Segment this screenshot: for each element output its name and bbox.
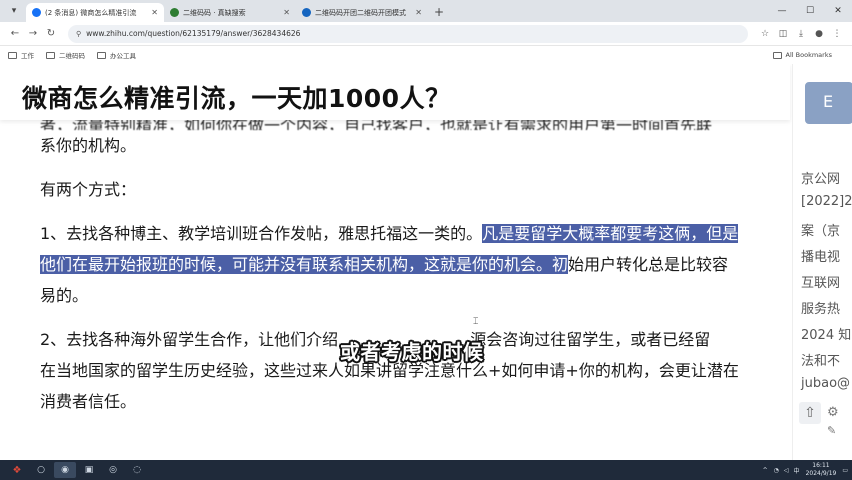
question-title: 微商怎么精准引流，一天加1000人？ xyxy=(22,84,451,113)
window-controls: — ☐ ✕ xyxy=(768,0,852,22)
question-header: 微商怎么精准引流，一天加1000人？ xyxy=(0,64,790,120)
taskbar: ❖ ○ ◉ ▣ ◎ ◌ ^ ◔ ◁ 中 16:11 2024/9/19 ▭ xyxy=(0,460,852,480)
taskbar-app-icon[interactable]: ▣ xyxy=(78,462,100,478)
bookmark-folder-tools[interactable]: 办公工具 xyxy=(97,50,136,60)
download-icon[interactable]: ⤓ xyxy=(792,29,810,39)
clock[interactable]: 16:11 2024/9/19 xyxy=(806,462,837,478)
sidebar-text: 案（京 xyxy=(801,224,841,239)
sidebar-text: jubao@ xyxy=(801,376,851,391)
tab-search-icon[interactable]: ▾ xyxy=(6,3,22,19)
tab-favicon-icon xyxy=(302,8,311,17)
notification-icon[interactable]: ▭ xyxy=(842,467,848,474)
close-tab-icon[interactable]: ✕ xyxy=(415,8,422,17)
back-icon[interactable]: ← xyxy=(6,28,24,39)
extensions-icon[interactable]: ◫ xyxy=(774,29,792,39)
maximize-icon[interactable]: ☐ xyxy=(796,6,824,16)
tab-qrcode[interactable]: 二维码码开团二维码开团模式 ✕ xyxy=(296,3,428,22)
search-icon[interactable]: ○ xyxy=(30,462,52,478)
bookmark-folder-qrcode[interactable]: 二维码码 xyxy=(46,50,85,60)
tab-title: 二维码码 · 真缺搜索 xyxy=(183,8,246,17)
sidebar-text: [2022]2 xyxy=(801,194,852,209)
sidebar-text: 法和不 xyxy=(801,354,841,369)
selected-text[interactable]: 凡是要留学大概率都要考这俩，但是 xyxy=(482,224,739,243)
tab-title: (2 条消息) 微商怎么精准引流 xyxy=(45,8,137,17)
tab-favicon-icon xyxy=(170,8,179,17)
paragraph: 有两个方式： xyxy=(40,174,770,205)
start-icon[interactable]: ❖ xyxy=(6,462,28,478)
clock-date: 2024/9/19 xyxy=(805,470,837,477)
site-info-icon[interactable]: ⚲ xyxy=(76,30,81,38)
close-tab-icon[interactable]: ✕ xyxy=(283,8,290,17)
video-subtitle: 或者考虑的时候 xyxy=(340,340,484,364)
paragraph: 1、去找各种博主、教学培训班合作发帖，雅思托福这一类的。凡是要留学大概率都要考这… xyxy=(40,218,770,311)
bookmark-star-icon[interactable]: ☆ xyxy=(756,29,774,39)
folder-icon xyxy=(97,51,106,59)
sidebar-action-button[interactable]: E xyxy=(805,82,852,124)
tab-strip: ▾ (2 条消息) 微商怎么精准引流 ✕ 二维码码 · 真缺搜索 ✕ 二维码码开… xyxy=(0,0,852,22)
paragraph: 系你的机构。 xyxy=(40,130,770,161)
taskbar-app-icon[interactable]: ◉ xyxy=(54,462,76,478)
tray-chevron-icon[interactable]: ^ xyxy=(763,467,768,474)
all-bookmarks[interactable]: All Bookmarks xyxy=(772,51,832,59)
close-tab-icon[interactable]: ✕ xyxy=(151,8,158,17)
sidebar-text: 播电视 xyxy=(801,250,841,265)
bookmark-label: 工作 xyxy=(21,52,34,60)
clock-time: 16:11 xyxy=(812,462,830,469)
text-cursor-icon: ⌶ xyxy=(473,317,479,327)
profile-icon[interactable]: ● xyxy=(810,29,828,39)
system-tray: ^ ◔ ◁ 中 16:11 2024/9/19 ▭ xyxy=(763,460,848,480)
paragraph-text: 始用户转化总是比较容 xyxy=(568,255,729,274)
network-icon[interactable]: ◔ xyxy=(774,467,779,474)
answer-body: 者，流量特别精准，如何你在做一个内容，自己找客户，也就是让有需求的用户第一时间首… xyxy=(40,110,770,430)
bookmarks-bar: 工作 二维码码 办公工具 All Bookmarks xyxy=(0,46,852,64)
sidebar-text: 服务热 xyxy=(801,302,841,317)
tab-title: 二维码码开团二维码开团模式 xyxy=(315,8,406,17)
browser-toolbar: ← → ↻ ⚲ www.zhihu.com/question/62135179/… xyxy=(0,22,852,46)
address-bar[interactable]: ⚲ www.zhihu.com/question/62135179/answer… xyxy=(68,24,748,43)
folder-icon xyxy=(772,51,782,59)
paragraph-text: 源会咨询过往留学生，或者已经留 xyxy=(470,330,711,349)
reload-icon[interactable]: ↻ xyxy=(42,28,60,39)
selected-text[interactable]: 他们在最开始报班的时候，可能并没有联系相关机构，这就是你的机会。初 xyxy=(40,255,569,274)
taskbar-app-icon[interactable]: ◎ xyxy=(102,462,124,478)
new-tab-button[interactable]: + xyxy=(434,5,444,19)
bookmark-label: All Bookmarks xyxy=(785,51,832,59)
zhihu-favicon-icon xyxy=(32,8,41,17)
minimize-icon[interactable]: — xyxy=(768,6,796,16)
address-text: www.zhihu.com/question/62135179/answer/3… xyxy=(86,29,301,38)
back-to-top-icon[interactable]: ⇧ xyxy=(799,402,821,424)
paragraph-text: 1、去找各种博主、教学培训班合作发帖，雅思托福这一类的。 xyxy=(40,224,483,243)
page-content: 微商怎么精准引流，一天加1000人？ 者，流量特别精准，如何你在做一个内容，自己… xyxy=(0,64,852,460)
sidebar-text: 京公网 xyxy=(801,172,841,187)
tab-search[interactable]: 二维码码 · 真缺搜索 ✕ xyxy=(164,3,296,22)
menu-icon[interactable]: ⋮ xyxy=(828,29,846,39)
tab-zhihu[interactable]: (2 条消息) 微商怎么精准引流 ✕ xyxy=(26,3,164,22)
right-sidebar: E 京公网 [2022]2 案（京 播电视 互联网 服务热 2024 知 法和不… xyxy=(792,64,852,460)
folder-icon xyxy=(46,51,55,59)
tools-icon[interactable]: ✎ xyxy=(827,424,836,437)
bookmark-label: 办公工具 xyxy=(110,52,136,60)
bookmark-label: 二维码码 xyxy=(59,52,85,60)
paragraph-text: 系你的机构。 xyxy=(40,136,137,155)
paragraph-text: 有两个方式： xyxy=(40,180,137,199)
sidebar-text: 2024 知 xyxy=(801,328,852,343)
forward-icon[interactable]: → xyxy=(24,28,42,39)
close-window-icon[interactable]: ✕ xyxy=(824,6,852,16)
folder-icon xyxy=(8,51,17,59)
paragraph-text: 2、去找各种海外留学生合作，让他们介绍 xyxy=(40,330,339,349)
settings-icon[interactable]: ⚙ xyxy=(827,405,839,420)
sidebar-text: 互联网 xyxy=(801,276,841,291)
bookmark-folder-work[interactable]: 工作 xyxy=(8,50,34,60)
paragraph-text: 消费者信任。 xyxy=(40,392,137,411)
taskbar-app-icon[interactable]: ◌ xyxy=(126,462,148,478)
volume-icon[interactable]: ◁ xyxy=(784,467,789,474)
paragraph-text: 易的。 xyxy=(40,286,89,305)
language-indicator[interactable]: 中 xyxy=(794,466,800,475)
